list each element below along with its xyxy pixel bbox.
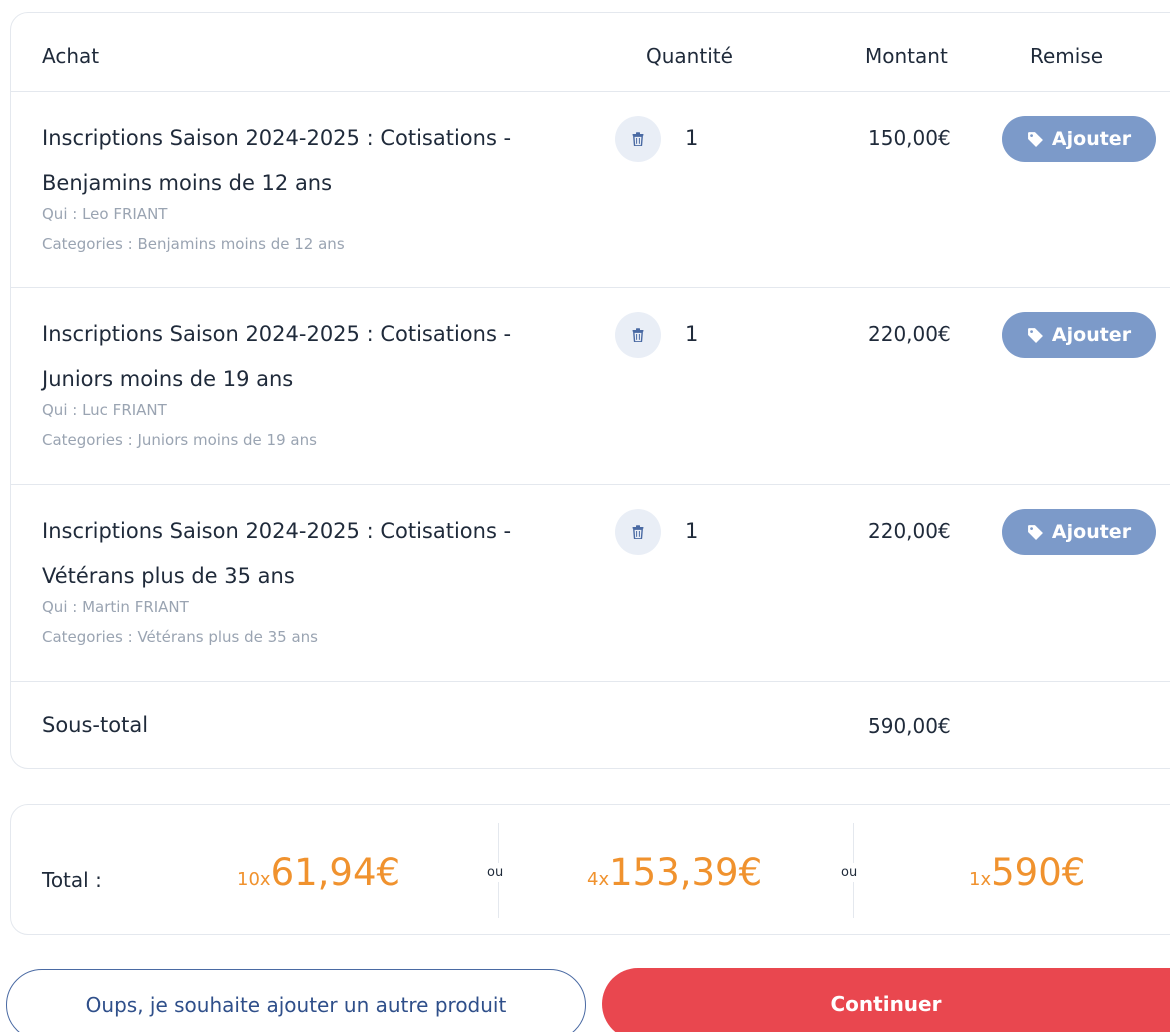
quantity-value: 1 [685, 126, 699, 150]
total-label: Total : [42, 868, 102, 892]
product-beneficiary: Qui : Leo FRIANT [42, 205, 168, 223]
product-category: Categories : Vétérans plus de 35 ans [42, 628, 318, 646]
subtotal-label: Sous-total [42, 713, 149, 737]
payment-price: 590€ [991, 851, 1086, 894]
payment-option-1x[interactable]: 1x590€ [969, 851, 1085, 894]
payment-multiplier: 4x [587, 869, 610, 890]
header-achat: Achat [42, 44, 100, 68]
remove-item-button[interactable] [615, 509, 661, 555]
total-card: Total : 10x61,94€ ou 4x153,39€ ou 1x590€ [10, 804, 1170, 935]
header-montant: Montant [865, 44, 948, 68]
add-discount-button[interactable]: Ajouter [1002, 509, 1156, 555]
add-discount-button[interactable]: Ajouter [1002, 116, 1156, 162]
payment-option-4x[interactable]: 4x153,39€ [587, 851, 762, 894]
quantity-value: 1 [685, 322, 699, 346]
add-discount-label: Ajouter [1051, 324, 1132, 346]
payment-price: 61,94€ [270, 851, 401, 894]
separator-ou: ou [841, 863, 858, 882]
separator-ou: ou [487, 863, 504, 882]
payment-multiplier: 1x [969, 869, 992, 890]
add-another-product-button[interactable]: Oups, je souhaite ajouter un autre produ… [6, 969, 586, 1032]
product-beneficiary: Qui : Luc FRIANT [42, 401, 167, 419]
product-title: Inscriptions Saison 2024-2025 : Cotisati… [42, 322, 512, 391]
product-title: Inscriptions Saison 2024-2025 : Cotisati… [42, 519, 512, 588]
add-discount-button[interactable]: Ajouter [1002, 312, 1156, 358]
table-row: Inscriptions Saison 2024-2025 : Cotisati… [11, 485, 1170, 682]
table-row: Inscriptions Saison 2024-2025 : Cotisati… [11, 92, 1170, 288]
product-beneficiary: Qui : Martin FRIANT [42, 598, 189, 616]
table-row: Inscriptions Saison 2024-2025 : Cotisati… [11, 288, 1170, 485]
payment-price: 153,39€ [609, 851, 763, 894]
remove-item-button[interactable] [615, 312, 661, 358]
payment-multiplier: 10x [237, 869, 271, 890]
add-discount-label: Ajouter [1051, 128, 1132, 150]
cart-table: Achat Quantité Montant Remise Inscriptio… [10, 12, 1170, 769]
table-header: Achat Quantité Montant Remise [11, 13, 1170, 92]
header-remise: Remise [1030, 44, 1104, 68]
subtotal-row: Sous-total 590,00€ [11, 682, 1170, 770]
tag-icon [1027, 131, 1043, 147]
remove-item-button[interactable] [615, 116, 661, 162]
product-category: Categories : Juniors moins de 19 ans [42, 431, 317, 449]
header-quantite: Quantité [646, 44, 733, 68]
trash-icon [632, 132, 644, 146]
product-category: Categories : Benjamins moins de 12 ans [42, 235, 345, 253]
continue-button[interactable]: Continuer [602, 968, 1170, 1032]
trash-icon [632, 525, 644, 539]
subtotal-value: 590,00€ [868, 714, 951, 738]
add-discount-label: Ajouter [1051, 521, 1132, 543]
payment-option-10x[interactable]: 10x61,94€ [237, 851, 400, 894]
product-title: Inscriptions Saison 2024-2025 : Cotisati… [42, 126, 512, 195]
quantity-value: 1 [685, 519, 699, 543]
tag-icon [1027, 327, 1043, 343]
amount-value: 150,00€ [868, 126, 951, 150]
amount-value: 220,00€ [868, 519, 951, 543]
trash-icon [632, 328, 644, 342]
tag-icon [1027, 524, 1043, 540]
amount-value: 220,00€ [868, 322, 951, 346]
